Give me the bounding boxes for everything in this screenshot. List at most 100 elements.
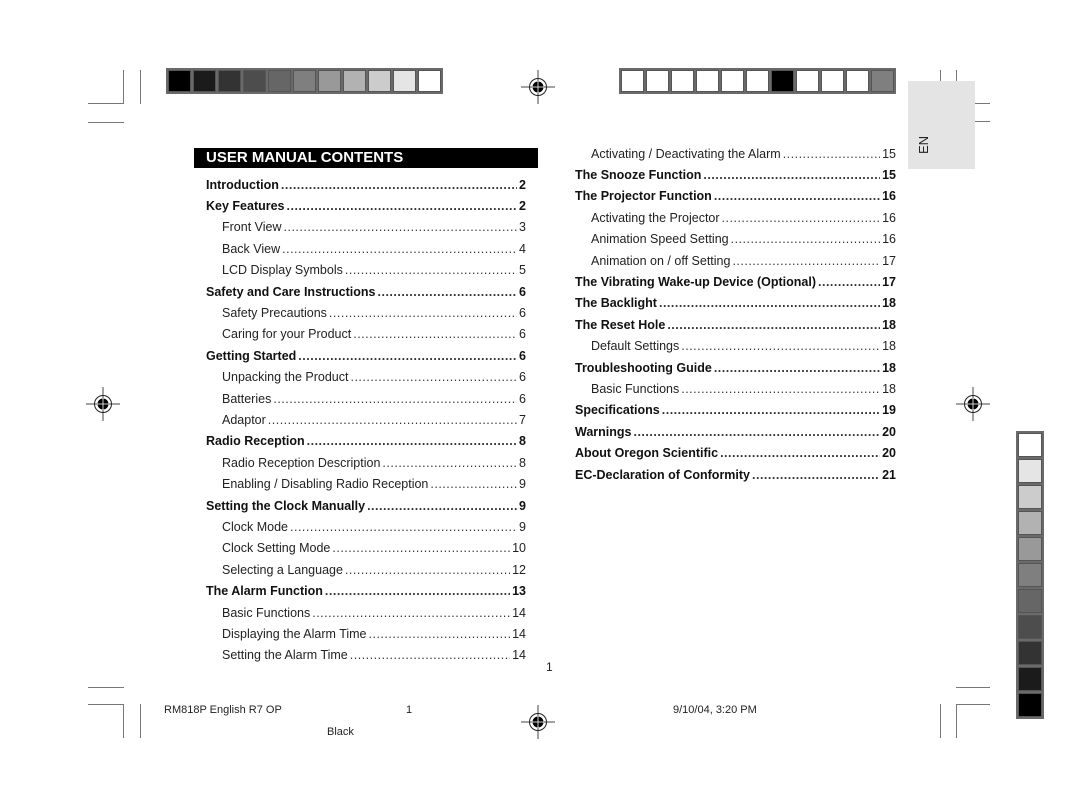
registration-target-icon: [521, 705, 555, 739]
toc-subsection[interactable]: Basic Functions 18: [575, 378, 896, 399]
toc-subsection[interactable]: Enabling / Disabling Radio Reception 9: [206, 473, 526, 494]
toc-subsection[interactable]: Radio Reception Description 8: [206, 452, 526, 473]
toc-entry-page: 20: [882, 446, 896, 461]
toc-section[interactable]: About Oregon Scientific 20: [575, 442, 896, 463]
dot-leader: [268, 413, 517, 427]
gray-swatch: [721, 70, 744, 92]
crop-mark: [123, 704, 124, 738]
toc-section[interactable]: The Projector Function 16: [575, 186, 896, 207]
toc-entry-page: 17: [882, 253, 896, 268]
dot-leader: [369, 627, 511, 641]
dot-leader: [430, 477, 517, 491]
toc-section[interactable]: Specifications 19: [575, 400, 896, 421]
gray-swatch: [771, 70, 794, 92]
toc-entry-label: Activating / Deactivating the Alarm: [591, 146, 781, 161]
dot-leader: [307, 434, 517, 448]
toc-subsection[interactable]: Activating the Projector 16: [575, 207, 896, 228]
dot-leader: [633, 425, 880, 439]
toc-section[interactable]: The Backlight 18: [575, 293, 896, 314]
toc-subsection[interactable]: Default Settings 18: [575, 336, 896, 357]
toc-subsection[interactable]: Basic Functions 14: [206, 602, 526, 623]
toc-section[interactable]: EC-Declaration of Conformity 21: [575, 464, 896, 485]
toc-entry-label: The Reset Hole: [575, 317, 666, 332]
toc-subsection[interactable]: Clock Mode 9: [206, 516, 526, 537]
toc-entry-page: 12: [512, 562, 526, 577]
crop-mark: [123, 70, 124, 104]
gray-swatch: [1018, 459, 1042, 483]
gray-swatch: [671, 70, 694, 92]
dot-leader: [714, 361, 880, 375]
toc-subsection[interactable]: Caring for your Product 6: [206, 324, 526, 345]
toc-entry-label: Adaptor: [222, 412, 266, 427]
toc-subsection[interactable]: Animation on / off Setting 17: [575, 250, 896, 271]
gray-swatch: [393, 70, 416, 92]
toc-subsection[interactable]: Selecting a Language 12: [206, 559, 526, 580]
toc-entry-label: Key Features: [206, 199, 285, 214]
toc-entry-page: 9: [519, 519, 526, 534]
toc-subsection[interactable]: Unpacking the Product 6: [206, 367, 526, 388]
toc-entry-page: 8: [519, 434, 526, 449]
toc-section[interactable]: The Snooze Function 15: [575, 164, 896, 185]
toc-list-left: Introduction 2 Key Features 2 Front View 3 Bac…: [206, 174, 526, 666]
toc-entry-page: 3: [519, 220, 526, 235]
toc-entry-page: 19: [882, 403, 896, 418]
toc-subsection[interactable]: Front View 3: [206, 217, 526, 238]
dot-leader: [350, 648, 510, 662]
toc-section[interactable]: Radio Reception 8: [206, 431, 526, 452]
toc-entry-page: 18: [882, 339, 896, 354]
dot-leader: [282, 242, 517, 256]
toc-entry-page: 4: [519, 241, 526, 256]
toc-subsection[interactable]: Safety Precautions 6: [206, 302, 526, 323]
toc-entry-page: 21: [882, 467, 896, 482]
crop-mark: [88, 704, 124, 705]
toc-section[interactable]: Troubleshooting Guide 18: [575, 357, 896, 378]
toc-entry-page: 6: [519, 306, 526, 321]
gray-swatch: [1018, 537, 1042, 561]
toc-subsection[interactable]: Adaptor 7: [206, 409, 526, 430]
gray-swatch: [1018, 485, 1042, 509]
toc-entry-label: Setting the Clock Manually: [206, 498, 366, 513]
toc-section[interactable]: The Alarm Function 13: [206, 580, 526, 601]
toc-subsection[interactable]: Clock Setting Mode 10: [206, 538, 526, 559]
crop-mark: [140, 70, 141, 104]
dot-leader: [353, 327, 517, 341]
toc-subsection[interactable]: Batteries 6: [206, 388, 526, 409]
toc-section[interactable]: Safety and Care Instructions 6: [206, 281, 526, 302]
toc-subsection[interactable]: Setting the Alarm Time 14: [206, 645, 526, 666]
footer-file-name: RM818P English R7 OP: [164, 704, 282, 716]
toc-entry-page: 16: [882, 232, 896, 247]
gray-scale-strip-right: [1016, 431, 1044, 719]
toc-subsection[interactable]: LCD Display Symbols 5: [206, 260, 526, 281]
toc-section[interactable]: The Reset Hole 18: [575, 314, 896, 335]
toc-entry-page: 2: [519, 177, 526, 192]
toc-entry-page: 15: [882, 168, 896, 183]
toc-entry-label: Radio Reception: [206, 434, 305, 449]
toc-entry-page: 7: [519, 412, 526, 427]
dot-leader: [731, 232, 881, 246]
toc-entry-page: 9: [519, 477, 526, 492]
toc-section[interactable]: Warnings 20: [575, 421, 896, 442]
toc-section[interactable]: Introduction 2: [206, 174, 526, 195]
toc-entry-label: The Projector Function: [575, 189, 712, 204]
toc-subsection[interactable]: Animation Speed Setting 16: [575, 229, 896, 250]
dot-leader: [703, 168, 880, 182]
dot-leader: [662, 403, 880, 417]
toc-subsection[interactable]: Back View 4: [206, 238, 526, 259]
toc-section[interactable]: Setting the Clock Manually 9: [206, 495, 526, 516]
footer-sheet-number: 1: [406, 704, 413, 716]
toc-entry-label: Clock Mode: [222, 519, 288, 534]
dot-leader: [681, 382, 880, 396]
dot-leader: [273, 392, 517, 406]
crop-mark: [956, 704, 957, 738]
toc-subsection[interactable]: Activating / Deactivating the Alarm 15: [575, 143, 896, 164]
toc-section[interactable]: Key Features 2: [206, 195, 526, 216]
toc-subsection[interactable]: Displaying the Alarm Time 14: [206, 623, 526, 644]
toc-section[interactable]: Getting Started 6: [206, 345, 526, 366]
gray-swatch: [368, 70, 391, 92]
toc-entry-page: 18: [882, 296, 896, 311]
toc-section[interactable]: The Vibrating Wake-up Device (Optional) 1…: [575, 271, 896, 292]
toc-entry-page: 13: [512, 584, 526, 599]
toc-entry-page: 15: [882, 146, 896, 161]
toc-entry-page: 16: [882, 189, 896, 204]
dot-leader: [332, 541, 510, 555]
